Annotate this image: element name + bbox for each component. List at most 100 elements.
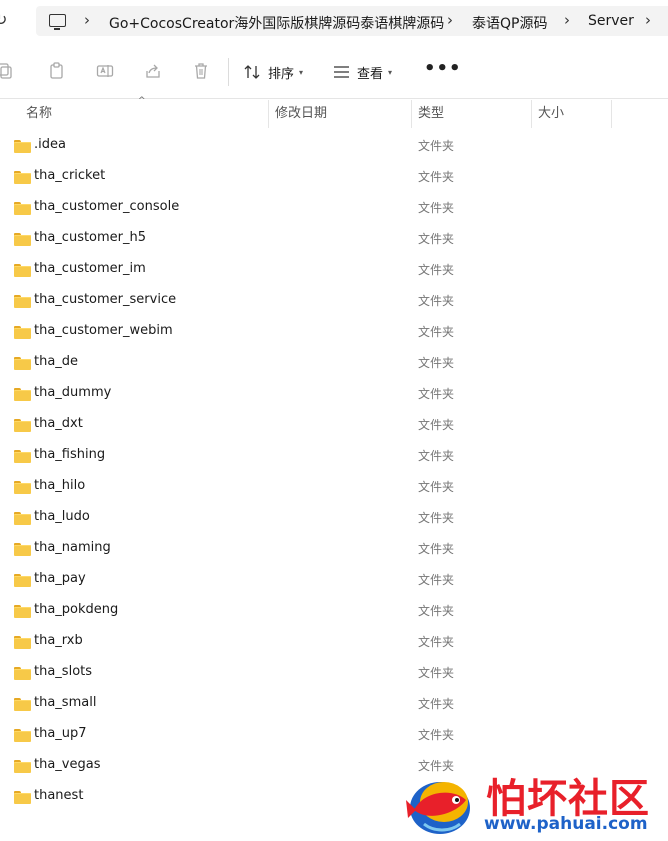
file-row[interactable]: tha_customer_webim 文件夹	[0, 317, 668, 348]
file-type: 文件夹	[418, 573, 455, 587]
file-row[interactable]: tha_cricket 文件夹	[0, 162, 668, 193]
folder-icon	[14, 450, 31, 463]
refresh-icon[interactable]: ↻	[0, 10, 14, 30]
file-row[interactable]: tha_pokdeng 文件夹	[0, 596, 668, 627]
chevron-right-icon[interactable]: ›	[564, 11, 570, 29]
toolbar-divider	[228, 58, 229, 86]
file-row[interactable]: tha_customer_service 文件夹	[0, 286, 668, 317]
folder-icon	[14, 264, 31, 277]
file-row[interactable]: tha_dummy 文件夹	[0, 379, 668, 410]
file-name: tha_naming	[34, 540, 111, 555]
file-name: tha_rxb	[34, 633, 83, 648]
file-row[interactable]: tha_pay 文件夹	[0, 565, 668, 596]
folder-icon	[14, 295, 31, 308]
file-name: tha_hilo	[34, 478, 86, 493]
folder-icon	[14, 357, 31, 370]
breadcrumb-item-qp[interactable]: 泰语QP源码	[472, 13, 547, 33]
divider	[0, 98, 668, 99]
sort-ascending-icon: ^	[138, 96, 146, 106]
chevron-right-icon[interactable]: ›	[447, 11, 453, 29]
file-row[interactable]: tha_customer_h5 文件夹	[0, 224, 668, 255]
file-type: 文件夹	[418, 480, 455, 494]
view-button[interactable]: 查看 ▾	[333, 60, 392, 84]
fish-logo-icon	[406, 782, 470, 834]
folder-icon	[14, 419, 31, 432]
file-type: 文件夹	[418, 294, 455, 308]
more-options-button[interactable]: •••	[424, 58, 462, 79]
chevron-down-icon: ▾	[388, 67, 393, 77]
file-row[interactable]: tha_rxb 文件夹	[0, 627, 668, 658]
chevron-right-icon[interactable]: ›	[645, 11, 651, 29]
file-type: 文件夹	[418, 201, 455, 215]
watermark-url: www.pahuai.com	[484, 814, 648, 834]
column-divider[interactable]	[411, 100, 412, 128]
column-header-modified[interactable]: 修改日期	[275, 100, 327, 128]
file-name: tha_up7	[34, 726, 87, 741]
file-row[interactable]: tha_customer_console 文件夹	[0, 193, 668, 224]
folder-icon	[14, 636, 31, 649]
folder-icon	[14, 140, 31, 153]
file-name: tha_small	[34, 695, 97, 710]
folder-icon	[14, 171, 31, 184]
file-name: tha_vegas	[34, 757, 101, 772]
file-type: 文件夹	[418, 511, 455, 525]
folder-icon	[14, 543, 31, 556]
file-row[interactable]: .idea 文件夹	[0, 131, 668, 162]
share-icon[interactable]	[144, 62, 162, 80]
rename-icon[interactable]	[96, 62, 114, 80]
column-header-type[interactable]: 类型	[418, 100, 444, 128]
column-divider[interactable]	[611, 100, 612, 128]
address-bar: ↻ › Go+CocosCreator海外国际版棋牌源码泰语棋牌源码 › 泰语Q…	[0, 0, 668, 42]
folder-icon	[14, 760, 31, 773]
folder-icon	[14, 667, 31, 680]
copy-icon[interactable]	[0, 62, 14, 80]
folder-icon	[14, 729, 31, 742]
folder-icon	[14, 512, 31, 525]
file-row[interactable]: tha_customer_im 文件夹	[0, 255, 668, 286]
file-name: tha_fishing	[34, 447, 106, 462]
file-name: tha_dummy	[34, 385, 112, 400]
sort-icon	[244, 65, 260, 79]
breadcrumb[interactable]: › Go+CocosCreator海外国际版棋牌源码泰语棋牌源码 › 泰语QP源…	[36, 6, 668, 36]
file-type: 文件夹	[418, 139, 455, 153]
file-type: 文件夹	[418, 263, 455, 277]
file-name: tha_dxt	[34, 416, 83, 431]
folder-icon	[14, 388, 31, 401]
view-icon	[334, 66, 349, 78]
file-row[interactable]: tha_hilo 文件夹	[0, 472, 668, 503]
sort-label: 排序	[268, 66, 295, 82]
file-row[interactable]: tha_slots 文件夹	[0, 658, 668, 689]
watermark: 怕坏社区 www.pahuai.com	[404, 764, 668, 841]
file-row[interactable]: tha_fishing 文件夹	[0, 441, 668, 472]
breadcrumb-item-root[interactable]: Go+CocosCreator海外国际版棋牌源码泰语棋牌源码	[109, 13, 444, 33]
chevron-down-icon: ▾	[299, 67, 304, 77]
file-name: tha_customer_console	[34, 199, 180, 214]
file-row[interactable]: tha_up7 文件夹	[0, 720, 668, 751]
file-name: tha_customer_im	[34, 261, 146, 276]
file-type: 文件夹	[418, 418, 455, 432]
folder-icon	[14, 605, 31, 618]
column-divider[interactable]	[531, 100, 532, 128]
file-type: 文件夹	[418, 697, 455, 711]
column-header-name[interactable]: 名称	[26, 100, 52, 128]
file-name: tha_pay	[34, 571, 86, 586]
computer-icon[interactable]	[49, 14, 66, 30]
sort-button[interactable]: 排序 ▾	[244, 60, 303, 84]
file-row[interactable]: tha_ludo 文件夹	[0, 503, 668, 534]
file-row[interactable]: tha_naming 文件夹	[0, 534, 668, 565]
paste-icon[interactable]	[48, 62, 66, 80]
column-header-size[interactable]: 大小	[538, 100, 564, 128]
chevron-right-icon[interactable]: ›	[84, 11, 90, 29]
file-name: tha_de	[34, 354, 79, 369]
breadcrumb-item-server[interactable]: Server	[588, 13, 634, 29]
file-row[interactable]: tha_small 文件夹	[0, 689, 668, 720]
file-name: tha_slots	[34, 664, 93, 679]
file-type: 文件夹	[418, 449, 455, 463]
file-name: tha_pokdeng	[34, 602, 119, 617]
delete-icon[interactable]	[192, 62, 210, 80]
file-row[interactable]: tha_de 文件夹	[0, 348, 668, 379]
file-type: 文件夹	[418, 604, 455, 618]
folder-icon	[14, 574, 31, 587]
file-row[interactable]: tha_dxt 文件夹	[0, 410, 668, 441]
column-divider[interactable]	[268, 100, 269, 128]
